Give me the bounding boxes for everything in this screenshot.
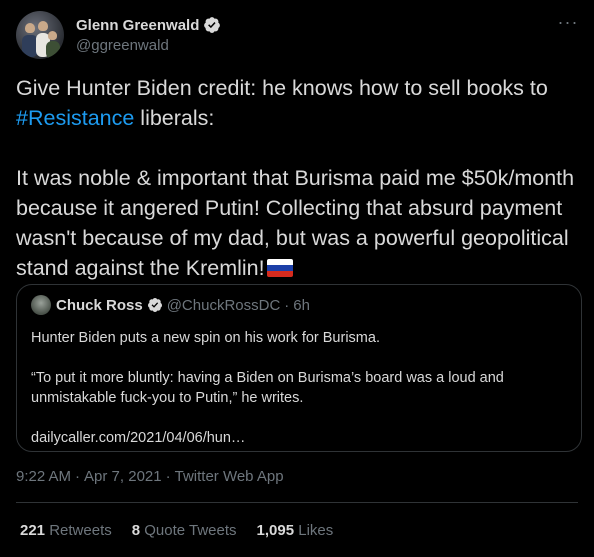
quotes-count: 8 [131,522,141,539]
meta-separator: · [165,468,171,485]
retweets-label: Retweets [49,522,112,539]
quote-body: Hunter Biden puts a new spin on his work… [31,328,567,448]
quote-separator: · [284,296,290,314]
retweets-count: 221 [20,522,46,539]
author-handle[interactable]: @ggreenwald [76,37,221,54]
likes-label: Likes [298,522,334,539]
author-display-name[interactable]: Glenn Greenwald [76,17,199,34]
author-avatar[interactable] [16,11,64,59]
quote-header: Chuck Ross @ChuckRossDC · 6h [31,295,567,315]
quote-text-2: “To put it more bluntly: having a Biden … [31,370,504,406]
hashtag-link[interactable]: #Resistance [16,106,134,130]
author-names: Glenn Greenwald @ggreenwald [76,16,221,54]
tweet-line1-post: liberals: [134,106,215,130]
verified-badge-icon [147,298,162,312]
quote-tweets-stat[interactable]: 8 Quote Tweets [132,522,237,539]
meta-separator: · [75,468,81,485]
tweet-meta: 9:22 AM · Apr 7, 2021 · Twitter Web App [16,468,284,485]
tweet-date[interactable]: Apr 7, 2021 [84,468,162,485]
quotes-label: Quote Tweets [144,522,237,539]
tweet-stats: 221 Retweets 8 Quote Tweets 1,095 Likes [20,522,353,539]
quote-text-1: Hunter Biden puts a new spin on his work… [31,330,380,346]
quote-author-avatar [31,295,51,315]
retweets-stat[interactable]: 221 Retweets [20,522,112,539]
ellipsis-icon[interactable]: ··· [558,12,578,32]
quote-author-handle: @ChuckRossDC [166,296,281,314]
tweet-text: Give Hunter Biden credit: he knows how t… [16,73,576,283]
quote-author-name: Chuck Ross [56,296,143,314]
russia-flag-icon [266,259,293,277]
divider [16,502,578,503]
tweet-paragraph-2-text: It was noble & important that Burisma pa… [16,166,575,280]
quote-link: dailycaller.com/2021/04/06/hun… [31,430,246,446]
tweet-line1-pre: Give Hunter Biden credit: he knows how t… [16,76,548,100]
tweet-time[interactable]: 9:22 AM [16,468,71,485]
verified-badge-icon [204,17,221,33]
quote-tweet[interactable]: Chuck Ross @ChuckRossDC · 6h Hunter Bide… [16,284,582,452]
likes-stat[interactable]: 1,095 Likes [257,522,334,539]
tweet-header: Glenn Greenwald @ggreenwald ··· [16,10,578,60]
tweet-source[interactable]: Twitter Web App [175,468,284,485]
author-name-row: Glenn Greenwald [76,16,221,34]
quote-timestamp: 6h [293,296,310,314]
tweet-paragraph-1: Give Hunter Biden credit: he knows how t… [16,73,576,133]
tweet-paragraph-2: It was noble & important that Burisma pa… [16,163,576,283]
likes-count: 1,095 [256,522,295,539]
